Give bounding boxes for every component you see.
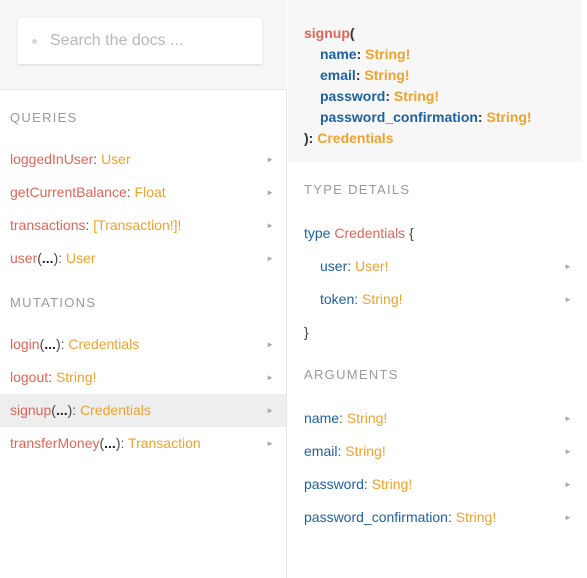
mutation-item-login[interactable]: login(...): Credentials ► bbox=[0, 328, 286, 361]
docs-sidebar: QUERIES loggedInUser: User ► getCurrentB… bbox=[0, 0, 287, 578]
query-item-user[interactable]: user(...): User ► bbox=[0, 242, 286, 275]
signature-arg-type[interactable]: String! bbox=[365, 46, 410, 62]
type-name: Credentials bbox=[334, 225, 406, 241]
search-area bbox=[0, 0, 287, 90]
argument-item-password[interactable]: password: String! bbox=[304, 476, 412, 492]
field-args: ... bbox=[104, 435, 116, 451]
signature-arg-name: email bbox=[320, 67, 356, 83]
field-name: transferMoney bbox=[10, 435, 100, 451]
chevron-right-icon: ► bbox=[266, 221, 274, 230]
type-definition-header: type Credentials { bbox=[304, 225, 414, 241]
mutation-item-signup[interactable]: signup(...): Credentials ► bbox=[0, 394, 286, 427]
argument-item-email[interactable]: email: String! bbox=[304, 443, 386, 459]
chevron-right-icon: ► bbox=[266, 439, 274, 448]
signature-arg-name: password_confirmation bbox=[320, 109, 478, 125]
field-type[interactable]: User bbox=[66, 250, 96, 266]
type-keyword: type bbox=[304, 225, 331, 241]
field-type[interactable]: String! bbox=[56, 369, 96, 385]
type-field-token[interactable]: token: String! bbox=[320, 291, 403, 307]
field-name: getCurrentBalance bbox=[10, 184, 127, 200]
argument-item-name[interactable]: name: String! bbox=[304, 410, 387, 426]
chevron-right-icon: ► bbox=[266, 155, 274, 164]
argument-name: password_confirmation bbox=[304, 509, 448, 525]
field-name: login bbox=[10, 336, 40, 352]
field-signature: signup( name: String! email: String! pas… bbox=[288, 0, 581, 162]
field-name: loggedInUser bbox=[10, 151, 94, 167]
type-details-title: TYPE DETAILS bbox=[304, 182, 411, 197]
field-args: ... bbox=[55, 402, 68, 418]
docs-explorer: QUERIES loggedInUser: User ► getCurrentB… bbox=[0, 0, 587, 578]
field-name: logout bbox=[10, 369, 49, 385]
type-field-type[interactable]: User! bbox=[355, 258, 388, 274]
arguments-title: ARGUMENTS bbox=[304, 367, 399, 382]
argument-type[interactable]: String! bbox=[456, 509, 496, 525]
signature-arg-name: name bbox=[320, 46, 357, 62]
signature-return-type[interactable]: Credentials bbox=[317, 130, 393, 146]
query-item-loggedinuser[interactable]: loggedInUser: User ► bbox=[0, 143, 286, 176]
argument-name: email bbox=[304, 443, 338, 459]
field-type[interactable]: [Transaction!]! bbox=[93, 217, 181, 233]
chevron-right-icon: ► bbox=[564, 513, 572, 522]
search-input[interactable] bbox=[50, 30, 250, 52]
argument-type[interactable]: String! bbox=[372, 476, 412, 492]
signature-arg-type[interactable]: String! bbox=[394, 88, 439, 104]
field-type[interactable]: Credentials bbox=[80, 402, 151, 418]
field-name: transactions bbox=[10, 217, 86, 233]
query-item-transactions[interactable]: transactions: [Transaction!]! ► bbox=[0, 209, 286, 242]
argument-type[interactable]: String! bbox=[345, 443, 385, 459]
signature-arg-name: password bbox=[320, 88, 386, 104]
mutation-item-logout[interactable]: logout: String! ► bbox=[0, 361, 286, 394]
field-type[interactable]: Transaction bbox=[128, 435, 201, 451]
chevron-right-icon: ► bbox=[266, 254, 274, 263]
signature-fn-name: signup bbox=[304, 25, 350, 41]
argument-item-password-confirmation[interactable]: password_confirmation: String! bbox=[304, 509, 496, 525]
field-args: ... bbox=[41, 250, 54, 266]
mutations-title: MUTATIONS bbox=[10, 295, 97, 310]
query-item-getcurrentbalance[interactable]: getCurrentBalance: Float ► bbox=[0, 176, 286, 209]
search-icon bbox=[32, 39, 37, 44]
type-definition-close: } bbox=[304, 324, 309, 340]
chevron-right-icon: ► bbox=[564, 480, 572, 489]
type-field-type[interactable]: String! bbox=[362, 291, 402, 307]
signature-arg-type[interactable]: String! bbox=[364, 67, 409, 83]
chevron-right-icon: ► bbox=[266, 340, 274, 349]
chevron-right-icon: ► bbox=[266, 188, 274, 197]
chevron-right-icon: ► bbox=[266, 406, 274, 415]
doc-detail-pane: signup( name: String! email: String! pas… bbox=[288, 0, 587, 578]
argument-type[interactable]: String! bbox=[347, 410, 387, 426]
chevron-right-icon: ► bbox=[564, 262, 572, 271]
type-field-name: user bbox=[320, 258, 348, 274]
field-name: signup bbox=[10, 402, 52, 418]
chevron-right-icon: ► bbox=[564, 295, 572, 304]
argument-name: name bbox=[304, 410, 340, 426]
search-box[interactable] bbox=[18, 18, 262, 64]
field-type[interactable]: User bbox=[101, 151, 131, 167]
field-type[interactable]: Credentials bbox=[68, 336, 139, 352]
argument-name: password bbox=[304, 476, 364, 492]
mutation-item-transfermoney[interactable]: transferMoney(...): Transaction ► bbox=[0, 427, 286, 460]
chevron-right-icon: ► bbox=[564, 447, 572, 456]
queries-title: QUERIES bbox=[10, 110, 78, 125]
chevron-right-icon: ► bbox=[564, 414, 572, 423]
field-name: user bbox=[10, 250, 38, 266]
signature-arg-type[interactable]: String! bbox=[486, 109, 531, 125]
type-field-user[interactable]: user: User! bbox=[320, 258, 388, 274]
field-type[interactable]: Float bbox=[135, 184, 166, 200]
type-field-name: token bbox=[320, 291, 355, 307]
chevron-right-icon: ► bbox=[266, 373, 274, 382]
field-args: ... bbox=[44, 336, 56, 352]
